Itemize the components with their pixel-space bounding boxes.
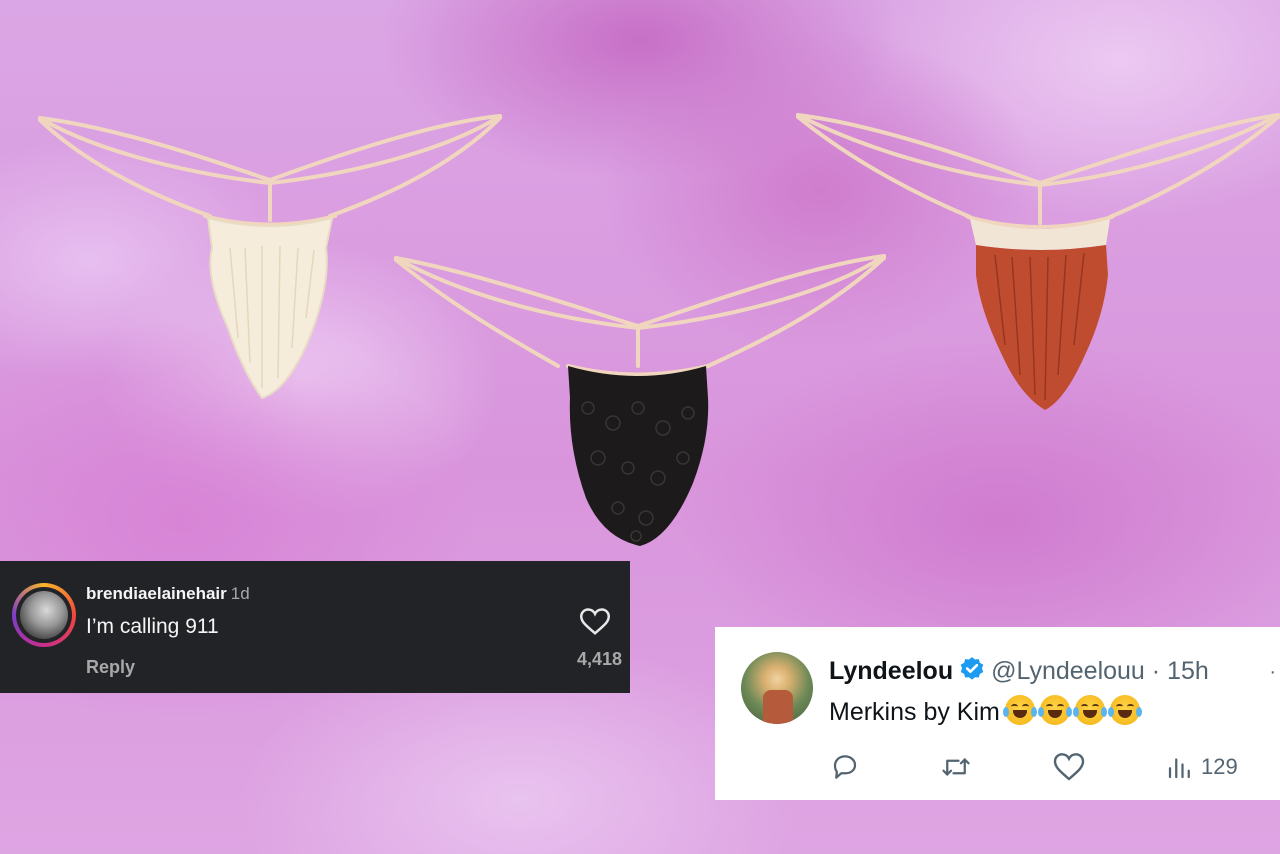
- comment-text: I’m calling 911: [86, 615, 219, 638]
- face-with-tears-of-joy-icon: [1037, 695, 1072, 725]
- tweet-text: Merkins by Kim: [829, 698, 1000, 726]
- emoji-group: [1000, 695, 1142, 726]
- view-count: 129: [1201, 754, 1238, 779]
- verified-badge-icon: [960, 657, 984, 680]
- product-red-hair: [976, 245, 1108, 410]
- more-dot[interactable]: ·: [1269, 661, 1276, 684]
- like-icon[interactable]: [1053, 751, 1085, 783]
- product-black-hair: [568, 366, 709, 546]
- like-count: 4,418: [576, 649, 622, 669]
- face-with-tears-of-joy-icon: [1002, 695, 1037, 725]
- instagram-comment-card: brendiaelainehair 1d I’m calling 911 Repl…: [0, 561, 630, 693]
- reply-icon[interactable]: [829, 751, 861, 783]
- product-red-thong: [796, 113, 1280, 410]
- face-with-tears-of-joy-icon: [1107, 695, 1142, 725]
- views-icon[interactable]: 129: [1165, 751, 1238, 783]
- tweet-actions: 129: [829, 751, 1279, 783]
- tweet-card: Lyndeelou @Lyndeelouu · 15h · Merkins by…: [715, 627, 1280, 800]
- retweet-icon[interactable]: [939, 751, 973, 783]
- tweet-author-name[interactable]: Lyndeelou: [829, 657, 953, 685]
- avatar[interactable]: [741, 652, 813, 724]
- tweet-handle-time: @Lyndeelouu · 15h: [991, 657, 1209, 685]
- avatar[interactable]: [12, 583, 76, 647]
- reply-button[interactable]: Reply: [86, 657, 135, 678]
- face-with-tears-of-joy-icon: [1072, 695, 1107, 725]
- comment-username[interactable]: brendiaelainehair: [86, 584, 227, 603]
- comment-time: 1d: [230, 584, 250, 603]
- heart-outline-icon[interactable]: [580, 608, 610, 636]
- product-blonde-hair: [206, 216, 334, 400]
